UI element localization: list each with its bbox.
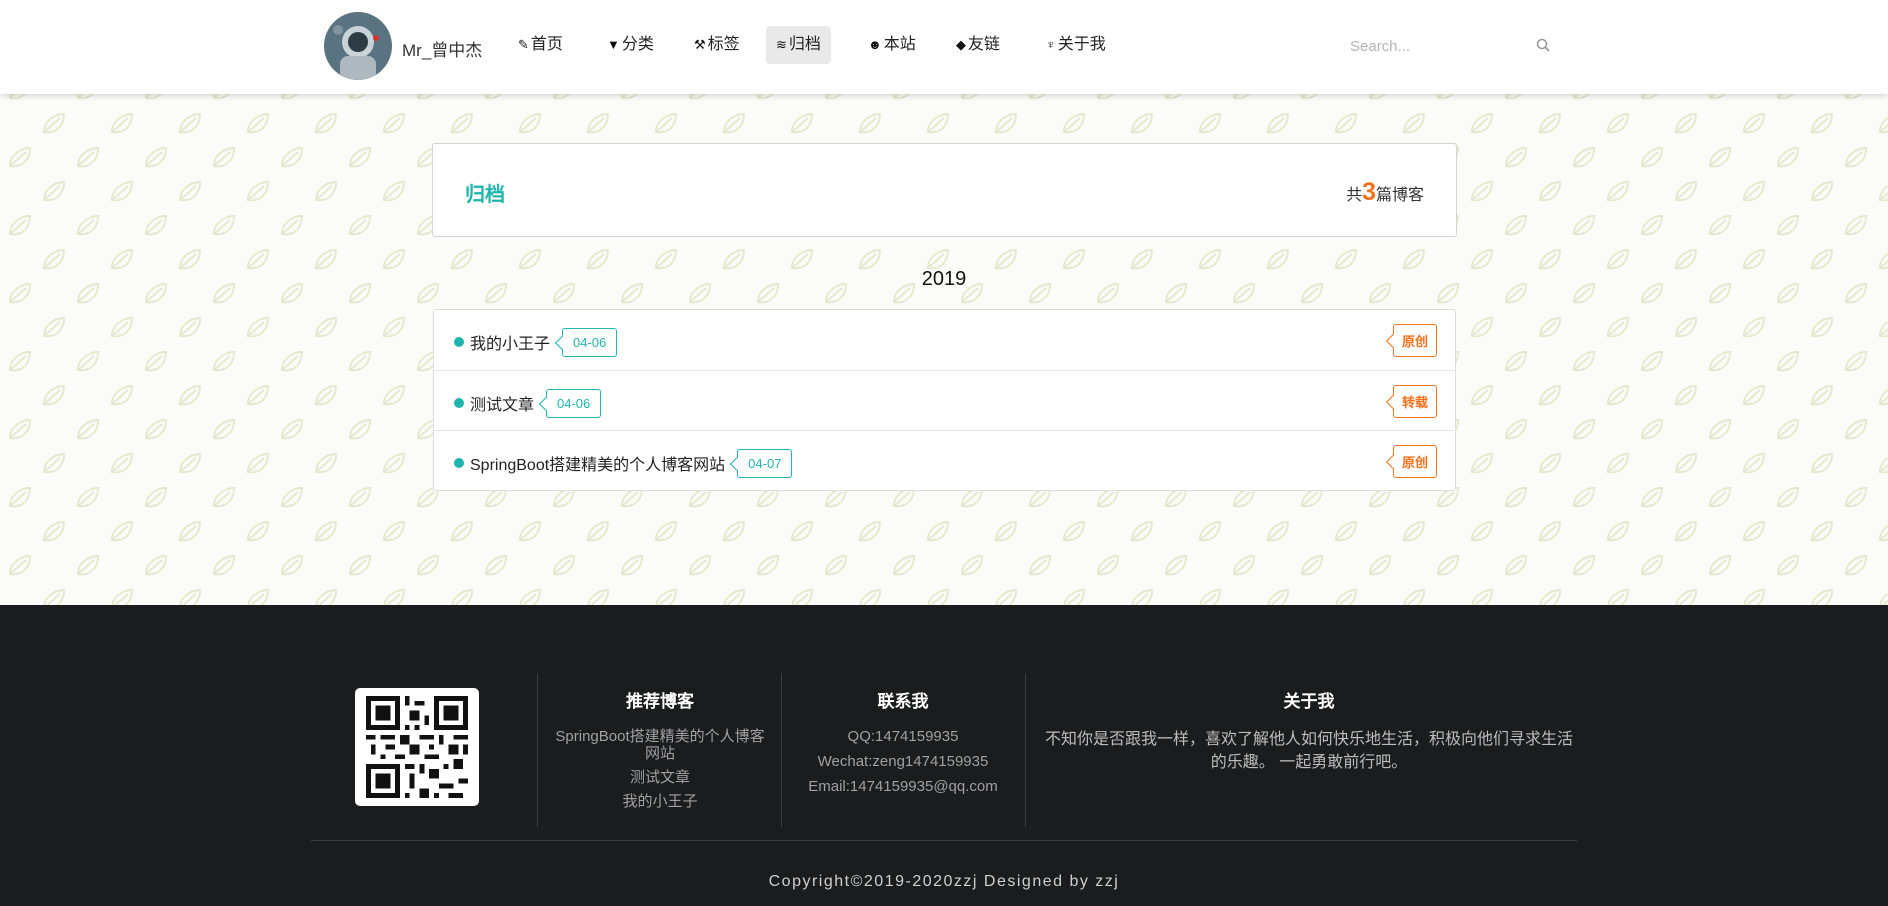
nav-home-label: 首页 (530, 36, 563, 53)
nav-about-label: 关于我 (1057, 36, 1106, 53)
top-navbar: Mr_曾中杰 ✎ 首页 ▼ 分类 ⚒ 标签 ≋ 归档 ☻ 本站 ◆ 友链 ♆ 关于我 (0, 0, 1888, 94)
wechat-qr-code (355, 688, 479, 806)
sprout-icon: ♆ (1046, 37, 1056, 52)
recommend-link[interactable]: 我的小王子 (551, 793, 769, 810)
contact-heading: 联系我 (877, 692, 929, 711)
list-item: 测试文章 04-06 转载 (434, 370, 1455, 430)
nav-links[interactable]: ◆ 友链 (946, 26, 1010, 64)
nav-tags[interactable]: ⚒ 标签 (684, 26, 750, 64)
archive-title: 归档 (465, 184, 505, 206)
nav-site-label: 本站 (883, 36, 916, 53)
pencil-icon: ✎ (518, 37, 529, 52)
footer-separator (311, 840, 1577, 841)
avatar[interactable] (324, 12, 392, 80)
contact-email: Email:1474159935@qq.com (808, 778, 998, 795)
date-tag: 04-07 (737, 449, 793, 479)
search-input[interactable] (1350, 34, 1520, 58)
count-prefix: 共 (1346, 187, 1363, 204)
copyright: Copyright©2019-2020zzj Designed by zzj (768, 873, 1120, 890)
bullet-dot (454, 458, 464, 468)
contact-column: 联系我 QQ:1474159935 Wechat:zeng1474159935 … (790, 687, 1016, 803)
archive-post-list: 我的小王子 04-06 原创 测试文章 04-06 转载 SpringBoot搭建精… (433, 309, 1456, 491)
nav-archive-label: 归档 (788, 36, 821, 53)
post-title-link[interactable]: 我的小王子 (470, 336, 550, 353)
site-footer: 推荐博客 SpringBoot搭建精美的个人博客网站 测试文章 我的小王子 联系… (0, 605, 1888, 906)
post-title-link[interactable]: SpringBoot搭建精美的个人博客网站 (470, 457, 725, 474)
site-brand[interactable]: Mr_曾中杰 (402, 36, 482, 61)
bullet-dot (454, 398, 464, 408)
fish-icon: ◆ (956, 37, 966, 52)
about-text: 不知你是否跟我一样，喜欢了解他人如何快乐地生活，积极向他们寻求生活的乐趣。 一起… (1044, 731, 1573, 771)
about-heading: 关于我 (1283, 692, 1335, 711)
recommend-column: 推荐博客 SpringBoot搭建精美的个人博客网站 测试文章 我的小王子 (551, 687, 769, 817)
nav-tags-label: 标签 (707, 36, 740, 53)
bullet-dot (454, 337, 464, 347)
count-number: 3 (1362, 178, 1376, 206)
list-item: SpringBoot搭建精美的个人博客网站 04-07 原创 (434, 430, 1455, 490)
list-item: 我的小王子 04-06 原创 (434, 310, 1455, 370)
smile-icon: ☻ (868, 37, 882, 52)
archive-year: 2019 (921, 268, 967, 290)
post-count: 共3篇博客 (1346, 178, 1424, 207)
nav-site[interactable]: ☻ 本站 (858, 26, 926, 64)
date-tag: 04-06 (546, 389, 602, 419)
contact-wechat: Wechat:zeng1474159935 (817, 753, 989, 770)
footer-divider (1025, 673, 1026, 827)
wrench-icon: ⚒ (694, 37, 706, 52)
nav-about[interactable]: ♆ 关于我 (1036, 26, 1116, 64)
nav-home[interactable]: ✎ 首页 (508, 26, 573, 64)
search-icon[interactable] (1536, 38, 1550, 57)
post-type-badge: 原创 (1392, 324, 1437, 357)
nav-archive[interactable]: ≋ 归档 (766, 26, 831, 64)
count-suffix: 篇博客 (1375, 187, 1424, 204)
date-tag: 04-06 (562, 328, 618, 358)
post-type-badge: 原创 (1392, 445, 1437, 478)
contact-qq: QQ:1474159935 (847, 728, 959, 745)
recommend-heading: 推荐博客 (626, 692, 694, 711)
nav-category-label: 分类 (621, 36, 654, 53)
archive-header-card: 归档 共3篇博客 (432, 143, 1457, 237)
recommend-link[interactable]: SpringBoot搭建精美的个人博客网站 (551, 728, 769, 762)
ice-cream-icon: ▼ (607, 37, 620, 52)
nav-links-label: 友链 (968, 36, 1001, 53)
about-column: 关于我 不知你是否跟我一样，喜欢了解他人如何快乐地生活，积极向他们寻求生活的乐趣… (1044, 687, 1574, 774)
wave-icon: ≋ (776, 37, 787, 52)
footer-divider (537, 673, 538, 827)
nav-category[interactable]: ▼ 分类 (597, 26, 664, 64)
recommend-link[interactable]: 测试文章 (551, 769, 769, 786)
footer-divider (781, 673, 782, 827)
post-title-link[interactable]: 测试文章 (470, 397, 534, 414)
post-type-badge: 转载 (1392, 385, 1437, 418)
search-box (1350, 34, 1550, 58)
